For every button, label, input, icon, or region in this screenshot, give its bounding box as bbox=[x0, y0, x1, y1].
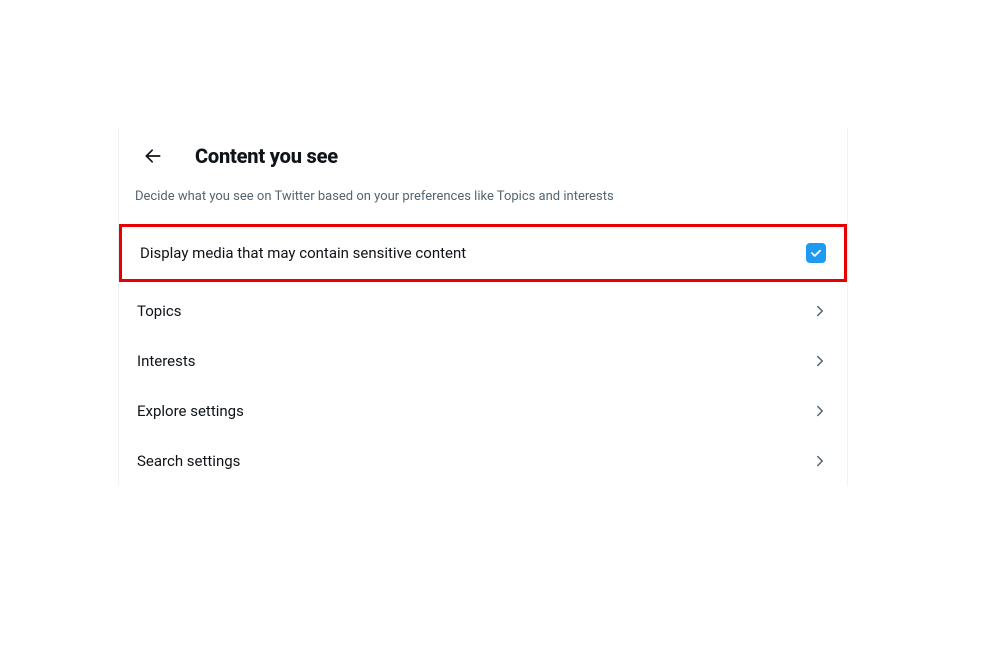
back-button[interactable] bbox=[135, 138, 171, 174]
highlight-annotation: Display media that may contain sensitive… bbox=[119, 224, 847, 282]
chevron-right-icon bbox=[811, 402, 829, 420]
nav-item-topics[interactable]: Topics bbox=[119, 286, 847, 336]
chevron-right-icon bbox=[811, 302, 829, 320]
nav-item-interests[interactable]: Interests bbox=[119, 336, 847, 386]
sensitive-content-label: Display media that may contain sensitive… bbox=[140, 244, 466, 262]
nav-item-label: Interests bbox=[137, 352, 196, 370]
page-title: Content you see bbox=[195, 144, 338, 168]
header: Content you see bbox=[119, 128, 847, 188]
nav-item-search-settings[interactable]: Search settings bbox=[119, 436, 847, 486]
chevron-right-icon bbox=[811, 352, 829, 370]
page-subtitle: Decide what you see on Twitter based on … bbox=[119, 188, 847, 224]
back-arrow-icon bbox=[143, 146, 163, 166]
sensitive-content-toggle-row[interactable]: Display media that may contain sensitive… bbox=[122, 227, 844, 279]
chevron-right-icon bbox=[811, 452, 829, 470]
nav-item-label: Topics bbox=[137, 302, 181, 320]
settings-panel: Content you see Decide what you see on T… bbox=[118, 128, 848, 486]
nav-item-label: Search settings bbox=[137, 452, 240, 470]
sensitive-content-checkbox[interactable] bbox=[806, 243, 826, 263]
checkmark-icon bbox=[809, 246, 823, 260]
nav-item-label: Explore settings bbox=[137, 402, 244, 420]
nav-item-explore-settings[interactable]: Explore settings bbox=[119, 386, 847, 436]
